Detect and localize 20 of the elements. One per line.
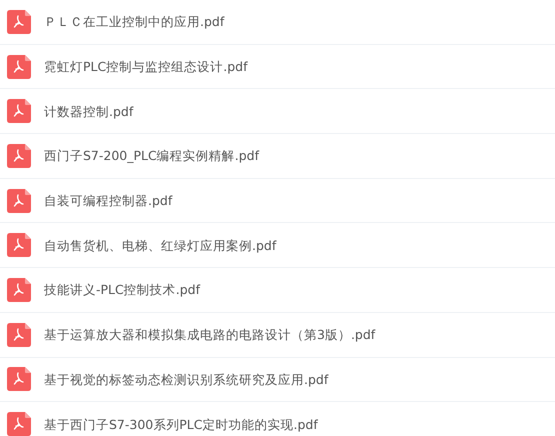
file-name[interactable]: 技能讲义-PLC控制技术.pdf [44, 282, 200, 298]
file-name[interactable]: 基于运算放大器和模拟集成电路的电路设计（第3版）.pdf [44, 327, 376, 342]
file-name[interactable]: 基于西门子S7-300系列PLC定时功能的实现.pdf [44, 416, 318, 432]
file-name[interactable]: 霓虹灯PLC控制与监控组态设计.pdf [44, 59, 248, 74]
pdf-file-icon [7, 412, 31, 436]
pdf-file-icon [7, 54, 31, 79]
pdf-file-icon [7, 10, 31, 34]
pdf-file-icon [7, 188, 31, 213]
file-name[interactable]: 西门子S7-200_PLC编程实例精解.pdf [44, 148, 259, 164]
file-name[interactable]: 自动售货机、电梯、红绿灯应用案例.pdf [44, 238, 276, 253]
pdf-file-icon [7, 99, 31, 124]
pdf-file-icon [7, 233, 31, 258]
pdf-file-icon [7, 144, 31, 168]
file-name[interactable]: ＰＬＣ在工业控制中的应用.pdf [44, 14, 224, 30]
pdf-file-icon [7, 278, 31, 302]
file-name[interactable]: 基于视觉的标签动态检测识别系统研究及应用.pdf [44, 372, 328, 387]
file-name[interactable]: 计数器控制.pdf [44, 104, 134, 119]
file-name[interactable]: 自装可编程控制器.pdf [44, 193, 172, 208]
pdf-file-icon [7, 322, 31, 347]
pdf-file-icon [7, 367, 31, 392]
